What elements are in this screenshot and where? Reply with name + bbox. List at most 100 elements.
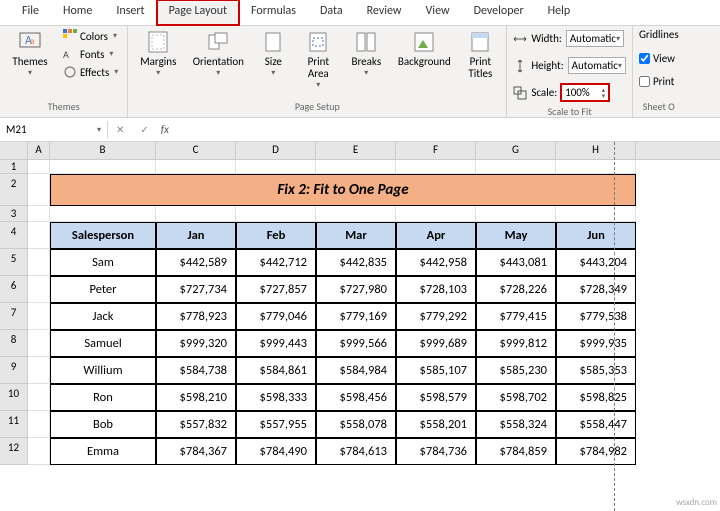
table-cell-value[interactable]: $585,230 (476, 357, 556, 384)
table-cell-value[interactable]: $779,169 (316, 303, 396, 330)
row-header-1[interactable]: 1 (0, 160, 28, 174)
tab-page-layout[interactable]: Page Layout (157, 0, 239, 25)
col-header-e[interactable]: E (316, 142, 396, 159)
table-cell-value[interactable]: $728,103 (396, 276, 476, 303)
select-all-corner[interactable] (0, 142, 28, 159)
background-button[interactable]: Background (394, 28, 454, 70)
col-header-b[interactable]: B (50, 142, 156, 159)
cell[interactable] (556, 160, 636, 174)
breaks-button[interactable]: Breaks▾ (344, 28, 388, 80)
table-header[interactable]: Salesperson (50, 222, 156, 249)
table-cell-value[interactable]: $999,443 (236, 330, 316, 357)
row-header-12[interactable]: 12 (0, 438, 28, 465)
col-header-g[interactable]: G (476, 142, 556, 159)
table-cell-value[interactable]: $557,955 (236, 411, 316, 438)
table-cell-value[interactable]: $584,861 (236, 357, 316, 384)
cell[interactable] (28, 249, 50, 276)
gridlines-print-checkbox[interactable] (639, 76, 650, 87)
row-header-5[interactable]: 5 (0, 249, 28, 276)
table-cell-value[interactable]: $443,204 (556, 249, 636, 276)
cell[interactable] (28, 357, 50, 384)
cell[interactable] (236, 206, 316, 222)
table-cell-name[interactable]: Samuel (50, 330, 156, 357)
table-cell-name[interactable]: Willium (50, 357, 156, 384)
table-cell-name[interactable]: Bob (50, 411, 156, 438)
cell[interactable] (476, 160, 556, 174)
col-header-h[interactable]: H (556, 142, 636, 159)
table-cell-value[interactable]: $585,353 (556, 357, 636, 384)
fx-label[interactable]: fx (157, 123, 173, 136)
tab-file[interactable]: File (10, 0, 51, 25)
table-cell-value[interactable]: $598,456 (316, 384, 396, 411)
col-header-d[interactable]: D (236, 142, 316, 159)
cell[interactable] (28, 174, 50, 206)
cell[interactable] (28, 303, 50, 330)
table-cell-value[interactable]: $999,689 (396, 330, 476, 357)
title-cell[interactable]: Fix 2: Fit to One Page (50, 174, 636, 206)
table-cell-value[interactable]: $999,935 (556, 330, 636, 357)
cell[interactable] (396, 206, 476, 222)
row-header-8[interactable]: 8 (0, 330, 28, 357)
table-cell-value[interactable]: $784,490 (236, 438, 316, 465)
table-cell-value[interactable]: $784,736 (396, 438, 476, 465)
table-cell-value[interactable]: $584,984 (316, 357, 396, 384)
row-header-6[interactable]: 6 (0, 276, 28, 303)
print-area-button[interactable]: Print Area▾ (298, 28, 338, 92)
table-cell-value[interactable]: $442,958 (396, 249, 476, 276)
table-cell-value[interactable]: $784,859 (476, 438, 556, 465)
width-select[interactable]: Automatic▾ (566, 30, 624, 47)
tab-formulas[interactable]: Formulas (239, 0, 308, 25)
cell[interactable] (28, 384, 50, 411)
tab-developer[interactable]: Developer (462, 0, 536, 25)
name-box[interactable]: M21 ▾ (0, 121, 108, 138)
height-select[interactable]: Automatic▾ (568, 57, 626, 74)
table-cell-name[interactable]: Emma (50, 438, 156, 465)
table-cell-value[interactable]: $558,201 (396, 411, 476, 438)
row-header-4[interactable]: 4 (0, 222, 28, 249)
table-header[interactable]: Apr (396, 222, 476, 249)
table-cell-name[interactable]: Peter (50, 276, 156, 303)
table-cell-value[interactable]: $778,923 (156, 303, 236, 330)
cell[interactable] (50, 206, 156, 222)
table-cell-value[interactable]: $598,825 (556, 384, 636, 411)
table-cell-name[interactable]: Jack (50, 303, 156, 330)
table-cell-value[interactable]: $558,447 (556, 411, 636, 438)
row-header-3[interactable]: 3 (0, 206, 28, 222)
cell[interactable] (316, 206, 396, 222)
cell[interactable] (156, 206, 236, 222)
table-cell-value[interactable]: $999,320 (156, 330, 236, 357)
tab-help[interactable]: Help (536, 0, 583, 25)
cell[interactable] (28, 222, 50, 249)
col-header-f[interactable]: F (396, 142, 476, 159)
table-cell-value[interactable]: $779,046 (236, 303, 316, 330)
size-button[interactable]: Size▾ (254, 28, 292, 80)
cell[interactable] (156, 160, 236, 174)
effects-button[interactable]: Effects▾ (60, 64, 121, 80)
themes-button[interactable]: Aa Themes ▾ (6, 28, 54, 80)
row-header-9[interactable]: 9 (0, 357, 28, 384)
col-header-a[interactable]: A (28, 142, 50, 159)
table-cell-value[interactable]: $557,832 (156, 411, 236, 438)
table-cell-value[interactable]: $999,566 (316, 330, 396, 357)
print-titles-button[interactable]: Print Titles (460, 28, 500, 82)
formula-input[interactable] (173, 122, 720, 138)
table-cell-value[interactable]: $442,589 (156, 249, 236, 276)
cell[interactable] (28, 438, 50, 465)
table-header[interactable]: Feb (236, 222, 316, 249)
table-cell-value[interactable]: $727,980 (316, 276, 396, 303)
table-cell-value[interactable]: $585,107 (396, 357, 476, 384)
tab-view[interactable]: View (414, 0, 462, 25)
table-header[interactable]: Jun (556, 222, 636, 249)
cell[interactable] (50, 160, 156, 174)
table-cell-value[interactable]: $584,738 (156, 357, 236, 384)
enter-formula-icon[interactable]: ✓ (132, 123, 156, 136)
tab-review[interactable]: Review (355, 0, 414, 25)
cell[interactable] (556, 206, 636, 222)
table-cell-value[interactable]: $779,292 (396, 303, 476, 330)
table-cell-value[interactable]: $598,579 (396, 384, 476, 411)
table-cell-value[interactable]: $598,333 (236, 384, 316, 411)
row-header-2[interactable]: 2 (0, 174, 28, 206)
tab-data[interactable]: Data (308, 0, 355, 25)
table-cell-value[interactable]: $727,857 (236, 276, 316, 303)
table-cell-value[interactable]: $999,812 (476, 330, 556, 357)
